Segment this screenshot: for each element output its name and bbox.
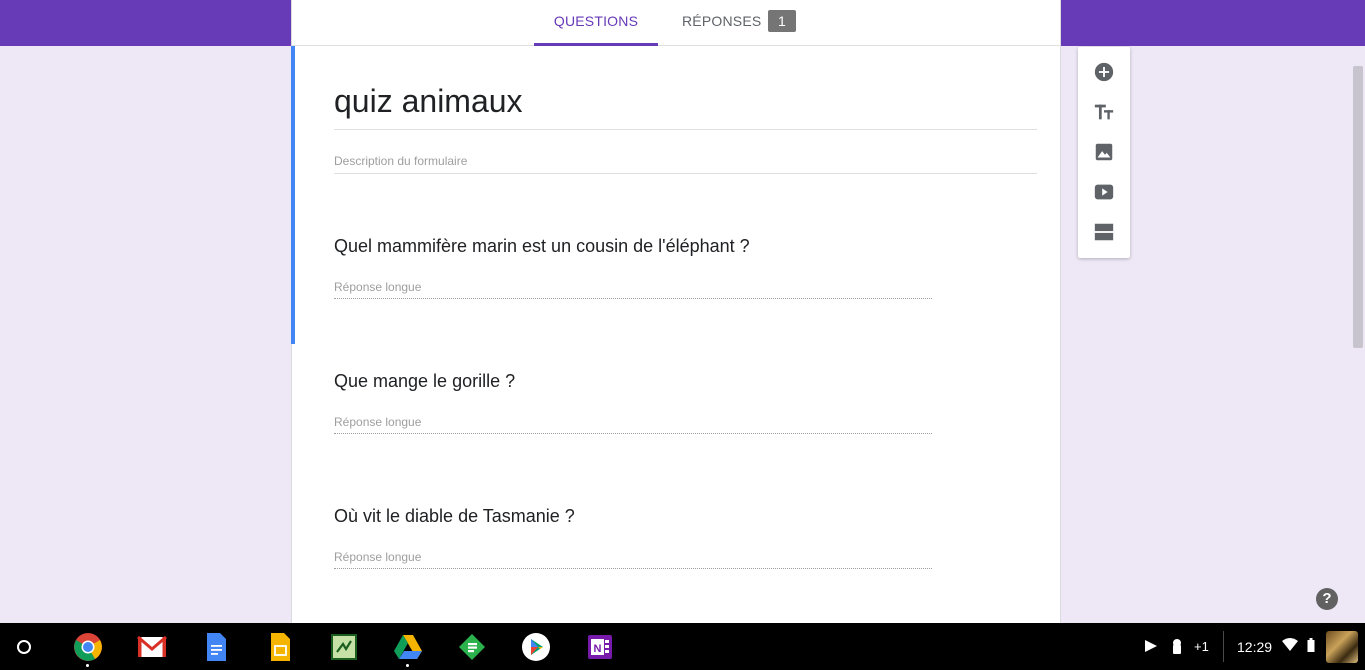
form-description-field[interactable]: Description du formulaire — [334, 154, 1037, 174]
add-section-icon[interactable] — [1092, 220, 1116, 244]
play-store-icon[interactable] — [521, 632, 551, 662]
form-editor: QUESTIONS RÉPONSES 1 quiz animaux Descri… — [291, 0, 1061, 623]
question-title: Où vit le diable de Tasmanie ? — [334, 506, 575, 526]
feedly-icon[interactable] — [457, 632, 487, 662]
tab-responses-label: RÉPONSES — [682, 13, 762, 29]
launcher-icon[interactable] — [17, 640, 31, 654]
long-answer-placeholder: Réponse longue — [334, 280, 932, 299]
responses-count-badge: 1 — [768, 10, 796, 32]
title-underline — [334, 129, 1037, 130]
clock[interactable]: 12:29 — [1237, 638, 1272, 656]
long-answer-placeholder: Réponse longue — [334, 550, 932, 569]
question-item[interactable]: Où vit le diable de Tasmanie ? Réponse l… — [334, 504, 934, 569]
question-item[interactable]: Que mange le gorille ? Réponse longue — [334, 369, 934, 434]
cast-icon[interactable] — [1143, 638, 1159, 656]
question-item[interactable]: Quel mammifère marin est un cousin de l'… — [334, 234, 934, 299]
add-video-icon[interactable] — [1092, 180, 1116, 204]
help-icon[interactable]: ? — [1316, 588, 1338, 610]
question-title: Que mange le gorille ? — [334, 371, 516, 391]
active-section-indicator — [291, 46, 295, 344]
add-question-icon[interactable] — [1092, 60, 1116, 84]
sheets-app-icon[interactable] — [329, 632, 359, 662]
tab-questions-label: QUESTIONS — [553, 13, 639, 29]
running-indicator — [86, 664, 89, 667]
wifi-icon[interactable] — [1282, 638, 1298, 656]
avatar[interactable] — [1326, 631, 1358, 663]
add-image-icon[interactable] — [1092, 140, 1116, 164]
form-tabs: QUESTIONS RÉPONSES 1 — [292, 0, 1060, 46]
battery-icon[interactable] — [1307, 638, 1315, 656]
tab-questions[interactable]: QUESTIONS — [534, 0, 658, 46]
running-indicator — [406, 664, 409, 667]
question-title: Quel mammifère marin est un cousin de l'… — [334, 236, 750, 256]
long-answer-placeholder: Réponse longue — [334, 415, 932, 434]
add-title-icon[interactable] — [1092, 100, 1116, 124]
chromeos-shelf: N +1 12:29 — [0, 623, 1365, 670]
slides-icon[interactable] — [265, 632, 295, 662]
drive-icon[interactable] — [393, 632, 423, 662]
form-title[interactable]: quiz animaux — [334, 82, 1037, 120]
chrome-icon[interactable] — [73, 632, 103, 662]
notifications-count[interactable]: +1 — [1194, 638, 1209, 656]
tray-divider — [1223, 631, 1224, 662]
lock-icon[interactable] — [1171, 638, 1183, 656]
form-side-toolbar — [1078, 47, 1130, 258]
onenote-icon[interactable]: N — [585, 632, 615, 662]
gmail-icon[interactable] — [137, 632, 167, 662]
svg-text:N: N — [594, 643, 602, 655]
docs-icon[interactable] — [201, 632, 231, 662]
scrollbar-thumb[interactable] — [1353, 66, 1363, 348]
tab-responses[interactable]: RÉPONSES 1 — [666, 0, 796, 46]
